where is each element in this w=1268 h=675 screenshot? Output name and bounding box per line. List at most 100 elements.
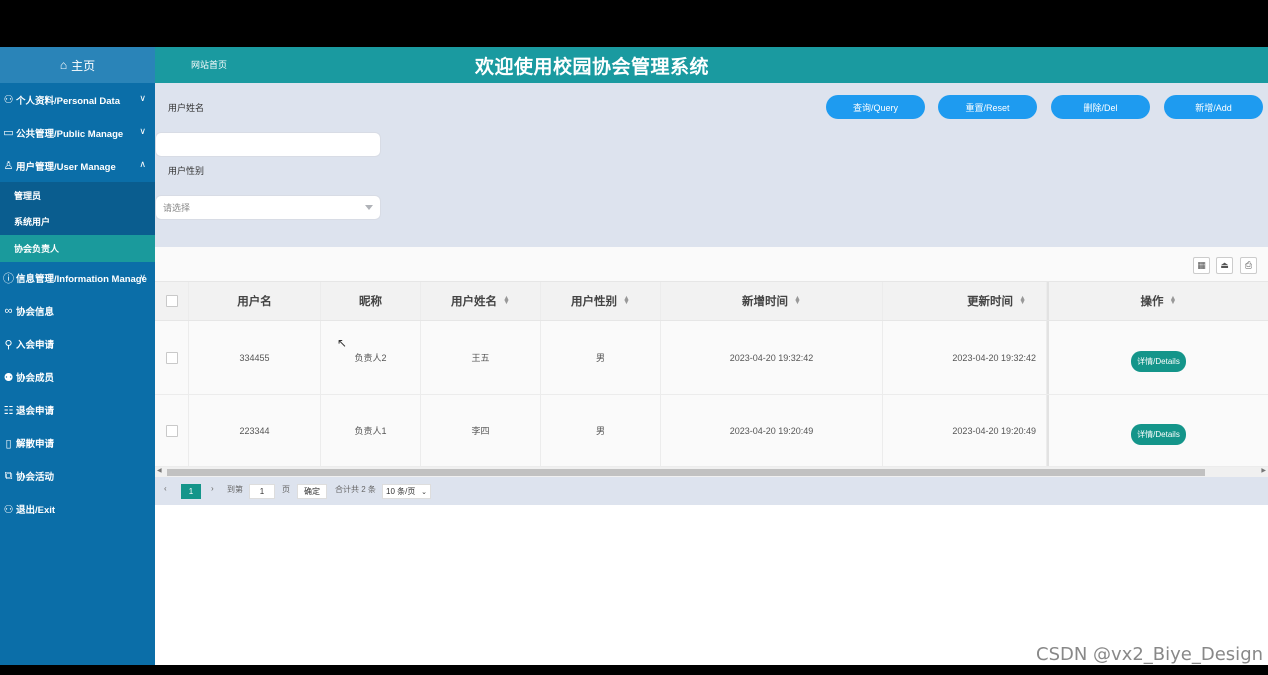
col-real-name[interactable]: 用户姓名 ▲ ▼ [421,282,541,320]
select-all-checkbox[interactable] [165,295,178,307]
data-table: ▦ ⏏ ⎙ 用户名 昵称 用户姓名 ▲ ▼ 用户性别 ▲ ▼ 新增时间 ▲ ▼ 更新时间 ▲ ▼… [155,247,1268,505]
menu-join-application[interactable]: ⚲ 入会申请 [0,328,155,361]
sub-item-label: 管理员 [14,190,42,201]
menu-exit[interactable]: ⚇ 退出/Exit [0,493,155,526]
sidebar-item-admin[interactable]: 管理员 [0,182,155,209]
home-label: 主页 [71,58,96,73]
menu-personal-data[interactable]: ⚇ 个人资料/Personal Data ∨ [0,83,155,116]
row-checkbox-cell [155,321,189,394]
cell-nickname: 负责人1 [321,395,421,466]
menu-label: 协会成员 [16,373,55,384]
sort-icon[interactable]: ▲ ▼ [1019,295,1026,306]
col-created[interactable]: 新增时间 ▲ ▼ [661,282,883,320]
home-icon: ⌂ [59,58,68,72]
exit-icon: ⚇ [3,503,14,516]
sort-icon[interactable]: ▲ ▼ [794,295,801,306]
page-size-select[interactable]: 10 条/页 ⌄ [382,484,431,499]
cell-gender: 男 [541,321,661,394]
print-icon[interactable]: ⎙ [1240,257,1257,274]
goto-page-input[interactable]: 1 [249,484,275,499]
person-icon: ♙ [3,160,14,172]
cell-gender: 男 [541,395,661,466]
row-checkbox[interactable] [165,424,178,437]
header-checkbox-cell [155,282,189,320]
menu-quit-application[interactable]: ☷ 退会申请 [0,394,155,427]
scroll-left-icon[interactable]: ◀ [157,467,162,474]
cell-updated: 2023-04-20 19:20:49 [883,395,1047,466]
menu-label: 协会活动 [16,472,55,483]
col-label: 昵称 [359,296,382,308]
col-label: 新增时间 [742,296,789,308]
cell-username: 334455 [189,321,321,394]
scrollbar-thumb[interactable] [167,469,1205,476]
col-label: 用户姓名 [451,296,498,308]
details-button[interactable]: 详情/Details [1131,350,1186,372]
sort-icon[interactable]: ▲ ▼ [623,295,630,306]
chevron-up-icon: ∧ [139,159,146,169]
prev-page-icon[interactable]: ‹ [164,484,167,493]
row-checkbox[interactable] [165,351,178,364]
menu-label: 信息管理/Information Manage [16,274,147,285]
col-nickname: 昵称 [321,282,421,320]
page-number-current[interactable]: 1 [181,484,201,499]
scroll-right-icon[interactable]: ▶ [1261,467,1266,474]
col-label: 用户名 [237,296,272,308]
menu-public-manage[interactable]: ▭ 公共管理/Public Manage ∨ [0,116,155,149]
chevron-down-icon: ∨ [139,271,146,282]
gender-select-placeholder: 请选择 [163,203,191,213]
activity-icon: ⧉ [4,469,13,482]
cell-created: 2023-04-20 19:32:42 [661,321,883,394]
details-button[interactable]: 详情/Details [1131,423,1186,445]
add-button[interactable]: 新增/Add [1164,95,1263,119]
col-gender[interactable]: 用户性别 ▲ ▼ [541,282,661,320]
chevron-down-icon: ⌄ [421,488,427,496]
submenu-user-manage: 管理员 系统用户 协会负责人 [0,182,155,262]
goto-label: 到第 [227,485,243,494]
col-actions[interactable]: 操作 ▲ ▼ [1047,282,1268,320]
menu-label: 用户管理/User Manage [16,161,116,173]
delete-button[interactable]: 删除/Del [1051,95,1150,119]
cell-real-name: 王五 [421,321,541,394]
sort-icon[interactable]: ▲ ▼ [503,295,510,306]
table-row[interactable]: 334455 负责人2 王五 男 2023-04-20 19:32:42 202… [155,321,1268,395]
letterbox-top [0,0,1268,47]
cell-created: 2023-04-20 19:20:49 [661,395,883,466]
sort-icon[interactable]: ▲ ▼ [1170,295,1177,306]
menu-members[interactable]: ⚉ 协会成员 [0,361,155,394]
col-label: 用户性别 [571,296,618,308]
table-row[interactable]: 223344 负责人1 李四 男 2023-04-20 19:20:49 202… [155,395,1268,467]
sidebar-item-system-users[interactable]: 系统用户 [0,209,155,236]
query-button[interactable]: 查询/Query [826,95,925,119]
menu-activities[interactable]: ⧉ 协会活动 [0,460,155,493]
sidebar-home[interactable]: ⌂ 主页 [0,47,155,83]
join-icon: ⚲ [4,338,13,351]
col-label: 操作 [1140,296,1164,308]
next-page-icon[interactable]: › [211,484,214,493]
menu-information-manage[interactable]: ⓘ 信息管理/Information Manage ∨ [0,262,155,295]
sidebar-item-association-leader[interactable]: 协会负责人 [0,235,155,262]
app-window: ⌂ 主页 ⚇ 个人资料/Personal Data ∨ ▭ 公共管理/Publi… [0,47,1268,665]
name-input[interactable] [155,132,381,157]
menu-dissolve-application[interactable]: ▯ 解散申请 [0,427,155,460]
page-unit-label: 页 [282,485,290,494]
search-panel: 用户姓名 用户性别 请选择 查询/Query 重置/Reset 删除/Del 新… [155,83,1268,247]
menu-association-info[interactable]: ∞ 协会信息 [0,295,155,328]
gender-select[interactable]: 请选择 [155,195,381,220]
cell-username: 223344 [189,395,321,466]
page-title: 欢迎使用校园协会管理系统 [475,57,710,78]
col-updated[interactable]: 更新时间 ▲ ▼ [883,282,1047,320]
members-icon: ⚉ [3,371,14,384]
link-icon: ∞ [4,305,13,317]
reset-button[interactable]: 重置/Reset [938,95,1037,119]
columns-filter-icon[interactable]: ▦ [1193,257,1210,274]
goto-confirm-button[interactable]: 确定 [297,484,327,499]
site-home-link[interactable]: 网站首页 [191,58,227,71]
export-icon[interactable]: ⏏ [1216,257,1233,274]
menu-label: 退出/Exit [16,505,56,516]
letterbox-bottom [0,665,1268,675]
horizontal-scrollbar[interactable]: ◀ ▶ [155,467,1268,477]
sub-item-label: 系统用户 [14,217,51,228]
monitor-icon: ▭ [3,127,14,139]
menu-user-manage[interactable]: ♙ 用户管理/User Manage ∧ [0,149,155,182]
mouse-cursor-icon: ↖ [337,336,348,350]
